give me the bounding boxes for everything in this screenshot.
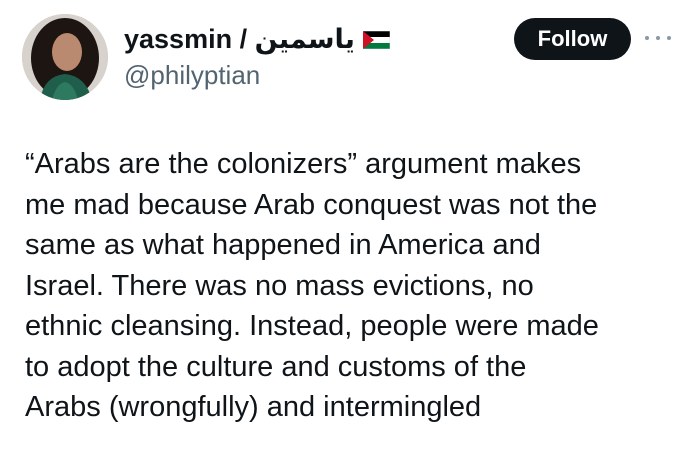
display-name[interactable]: yassmin / ياسمين	[124, 24, 355, 55]
more-dot	[667, 36, 671, 40]
tweet-text-line: same as what happened in America and	[25, 229, 541, 261]
tweet-text-line: Israel. There was no mass evictions, no	[25, 269, 534, 302]
avatar[interactable]	[22, 14, 108, 100]
tweet-text-line: Arabs (wrongfully) and intermingled	[25, 391, 482, 423]
tweet-card: yassmin / ياسمين @philyptian Follow “Ara…	[0, 0, 700, 458]
follow-button[interactable]: Follow	[514, 18, 631, 60]
more-dot	[656, 36, 660, 40]
tweet-text-line: “Arabs are the colonizers” argument make…	[25, 148, 582, 180]
more-dot	[645, 36, 649, 40]
tweet-text-line: ethnic cleansing. Instead, people were m…	[25, 310, 599, 342]
author-handle[interactable]: @philyptian	[124, 60, 260, 91]
profile-photo-icon	[22, 14, 108, 100]
author-name-row[interactable]: yassmin / ياسمين	[124, 24, 391, 55]
tweet-text-line: me mad because Arab conquest was not the	[25, 188, 598, 221]
more-horizontal-icon[interactable]	[645, 31, 671, 45]
tweet-text: “Arabs are the colonizers” argument make…	[25, 144, 690, 428]
palestine-flag-icon	[362, 30, 391, 49]
tweet-text-line: to adopt the culture and customs of the	[25, 350, 527, 383]
